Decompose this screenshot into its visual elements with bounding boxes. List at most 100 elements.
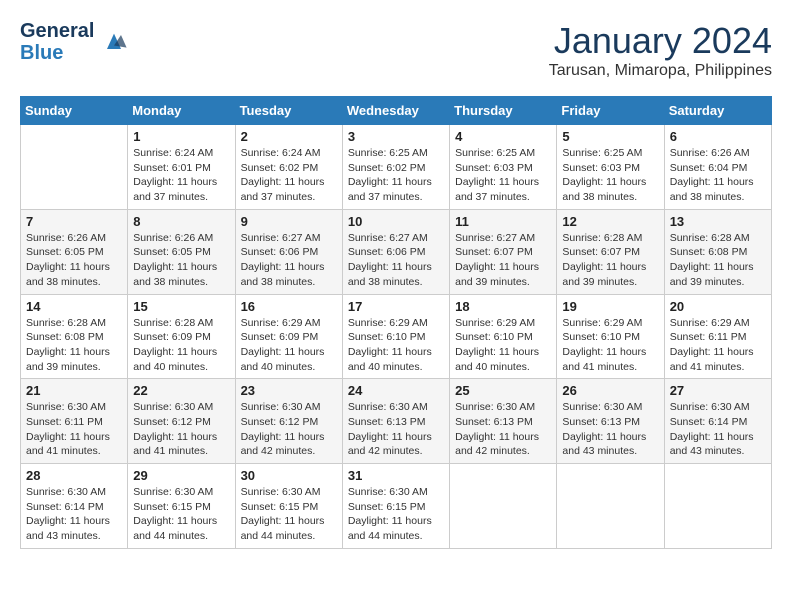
calendar-cell <box>664 464 771 549</box>
day-info: Sunrise: 6:27 AMSunset: 6:06 PMDaylight:… <box>241 231 337 290</box>
calendar-cell: 24Sunrise: 6:30 AMSunset: 6:13 PMDayligh… <box>342 379 449 464</box>
day-info: Sunrise: 6:29 AMSunset: 6:09 PMDaylight:… <box>241 316 337 375</box>
day-info: Sunrise: 6:26 AMSunset: 6:04 PMDaylight:… <box>670 146 766 205</box>
day-number: 27 <box>670 383 766 398</box>
day-number: 9 <box>241 214 337 229</box>
day-info: Sunrise: 6:30 AMSunset: 6:13 PMDaylight:… <box>562 400 658 459</box>
calendar-cell: 17 Sunrise: 6:29 AMSunset: 6:10 PMDayligh… <box>342 294 449 379</box>
day-info: Sunrise: 6:30 AMSunset: 6:13 PMDaylight:… <box>348 400 444 459</box>
calendar-cell: 2Sunrise: 6:24 AMSunset: 6:02 PMDaylight… <box>235 125 342 210</box>
week-row-3: 14 Sunrise: 6:28 AMSunset: 6:08 PMDayligh… <box>21 294 772 379</box>
calendar-cell: 4Sunrise: 6:25 AMSunset: 6:03 PMDaylight… <box>450 125 557 210</box>
day-info: Sunrise: 6:30 AMSunset: 6:14 PMDaylight:… <box>26 485 122 544</box>
calendar-cell: 21Sunrise: 6:30 AMSunset: 6:11 PMDayligh… <box>21 379 128 464</box>
day-number: 10 <box>348 214 444 229</box>
day-number: 4 <box>455 129 551 144</box>
header-row: SundayMondayTuesdayWednesdayThursdayFrid… <box>21 97 772 125</box>
calendar-cell: 1Sunrise: 6:24 AMSunset: 6:01 PMDaylight… <box>128 125 235 210</box>
day-number: 25 <box>455 383 551 398</box>
day-number: 15 <box>133 299 229 314</box>
day-info: Sunrise: 6:29 AMSunset: 6:10 PMDaylight:… <box>455 316 551 375</box>
day-info: Sunrise: 6:28 AMSunset: 6:07 PMDaylight:… <box>562 231 658 290</box>
page-header: General Blue January 2024 Tarusan, Mimar… <box>20 20 772 80</box>
calendar-cell: 8 Sunrise: 6:26 AMSunset: 6:05 PMDaylight… <box>128 209 235 294</box>
day-info: Sunrise: 6:29 AMSunset: 6:10 PMDaylight:… <box>348 316 444 375</box>
calendar-cell <box>21 125 128 210</box>
day-number: 30 <box>241 468 337 483</box>
calendar-cell: 22 Sunrise: 6:30 AMSunset: 6:12 PMDayligh… <box>128 379 235 464</box>
calendar-cell: 29Sunrise: 6:30 AMSunset: 6:15 PMDayligh… <box>128 464 235 549</box>
day-number: 31 <box>348 468 444 483</box>
day-number: 8 <box>133 214 229 229</box>
day-info: Sunrise: 6:26 AMSunset: 6:05 PMDaylight:… <box>26 231 122 290</box>
day-number: 29 <box>133 468 229 483</box>
day-number: 5 <box>562 129 658 144</box>
day-number: 3 <box>348 129 444 144</box>
header-day-thursday: Thursday <box>450 97 557 125</box>
day-info: Sunrise: 6:30 AMSunset: 6:13 PMDaylight:… <box>455 400 551 459</box>
day-info: Sunrise: 6:27 AMSunset: 6:07 PMDaylight:… <box>455 231 551 290</box>
calendar-cell <box>450 464 557 549</box>
header-day-saturday: Saturday <box>664 97 771 125</box>
day-info: Sunrise: 6:28 AMSunset: 6:09 PMDaylight:… <box>133 316 229 375</box>
calendar-cell: 10 Sunrise: 6:27 AMSunset: 6:06 PMDayligh… <box>342 209 449 294</box>
day-number: 26 <box>562 383 658 398</box>
day-info: Sunrise: 6:30 AMSunset: 6:15 PMDaylight:… <box>348 485 444 544</box>
day-number: 16 <box>241 299 337 314</box>
calendar-cell: 18 Sunrise: 6:29 AMSunset: 6:10 PMDayligh… <box>450 294 557 379</box>
calendar-cell: 19Sunrise: 6:29 AMSunset: 6:10 PMDayligh… <box>557 294 664 379</box>
calendar-cell: 23 Sunrise: 6:30 AMSunset: 6:12 PMDayligh… <box>235 379 342 464</box>
calendar-header: SundayMondayTuesdayWednesdayThursdayFrid… <box>21 97 772 125</box>
title-area: January 2024 Tarusan, Mimaropa, Philippi… <box>549 20 772 80</box>
week-row-4: 21Sunrise: 6:30 AMSunset: 6:11 PMDayligh… <box>21 379 772 464</box>
day-info: Sunrise: 6:30 AMSunset: 6:12 PMDaylight:… <box>133 400 229 459</box>
day-number: 2 <box>241 129 337 144</box>
logo: General Blue <box>20 20 128 64</box>
header-day-friday: Friday <box>557 97 664 125</box>
calendar-cell: 20Sunrise: 6:29 AMSunset: 6:11 PMDayligh… <box>664 294 771 379</box>
day-number: 18 <box>455 299 551 314</box>
calendar-cell: 5Sunrise: 6:25 AMSunset: 6:03 PMDaylight… <box>557 125 664 210</box>
day-number: 17 <box>348 299 444 314</box>
day-info: Sunrise: 6:28 AMSunset: 6:08 PMDaylight:… <box>26 316 122 375</box>
day-info: Sunrise: 6:29 AMSunset: 6:11 PMDaylight:… <box>670 316 766 375</box>
day-number: 28 <box>26 468 122 483</box>
header-day-wednesday: Wednesday <box>342 97 449 125</box>
calendar-cell: 14 Sunrise: 6:28 AMSunset: 6:08 PMDayligh… <box>21 294 128 379</box>
calendar-cell: 27 Sunrise: 6:30 AMSunset: 6:14 PMDayligh… <box>664 379 771 464</box>
calendar-cell: 13 Sunrise: 6:28 AMSunset: 6:08 PMDayligh… <box>664 209 771 294</box>
day-number: 7 <box>26 214 122 229</box>
calendar-cell: 30 Sunrise: 6:30 AMSunset: 6:15 PMDayligh… <box>235 464 342 549</box>
calendar-cell: 15 Sunrise: 6:28 AMSunset: 6:09 PMDayligh… <box>128 294 235 379</box>
logo-blue: Blue <box>20 42 63 64</box>
week-row-2: 7 Sunrise: 6:26 AMSunset: 6:05 PMDaylight… <box>21 209 772 294</box>
day-number: 6 <box>670 129 766 144</box>
day-info: Sunrise: 6:29 AMSunset: 6:10 PMDaylight:… <box>562 316 658 375</box>
day-info: Sunrise: 6:26 AMSunset: 6:05 PMDaylight:… <box>133 231 229 290</box>
day-number: 14 <box>26 299 122 314</box>
week-row-5: 28 Sunrise: 6:30 AMSunset: 6:14 PMDayligh… <box>21 464 772 549</box>
week-row-1: 1Sunrise: 6:24 AMSunset: 6:01 PMDaylight… <box>21 125 772 210</box>
day-info: Sunrise: 6:28 AMSunset: 6:08 PMDaylight:… <box>670 231 766 290</box>
month-title: January 2024 <box>549 20 772 62</box>
day-info: Sunrise: 6:27 AMSunset: 6:06 PMDaylight:… <box>348 231 444 290</box>
day-number: 11 <box>455 214 551 229</box>
header-day-monday: Monday <box>128 97 235 125</box>
day-number: 23 <box>241 383 337 398</box>
calendar-cell: 12 Sunrise: 6:28 AMSunset: 6:07 PMDayligh… <box>557 209 664 294</box>
day-info: Sunrise: 6:30 AMSunset: 6:14 PMDaylight:… <box>670 400 766 459</box>
header-day-sunday: Sunday <box>21 97 128 125</box>
calendar-body: 1Sunrise: 6:24 AMSunset: 6:01 PMDaylight… <box>21 125 772 549</box>
day-number: 22 <box>133 383 229 398</box>
day-info: Sunrise: 6:30 AMSunset: 6:12 PMDaylight:… <box>241 400 337 459</box>
day-number: 12 <box>562 214 658 229</box>
day-number: 13 <box>670 214 766 229</box>
day-info: Sunrise: 6:30 AMSunset: 6:15 PMDaylight:… <box>241 485 337 544</box>
calendar-cell <box>557 464 664 549</box>
logo-icon <box>100 28 128 56</box>
day-info: Sunrise: 6:25 AMSunset: 6:02 PMDaylight:… <box>348 146 444 205</box>
calendar-cell: 7 Sunrise: 6:26 AMSunset: 6:05 PMDaylight… <box>21 209 128 294</box>
calendar-cell: 11 Sunrise: 6:27 AMSunset: 6:07 PMDayligh… <box>450 209 557 294</box>
header-day-tuesday: Tuesday <box>235 97 342 125</box>
location: Tarusan, Mimaropa, Philippines <box>549 62 772 80</box>
